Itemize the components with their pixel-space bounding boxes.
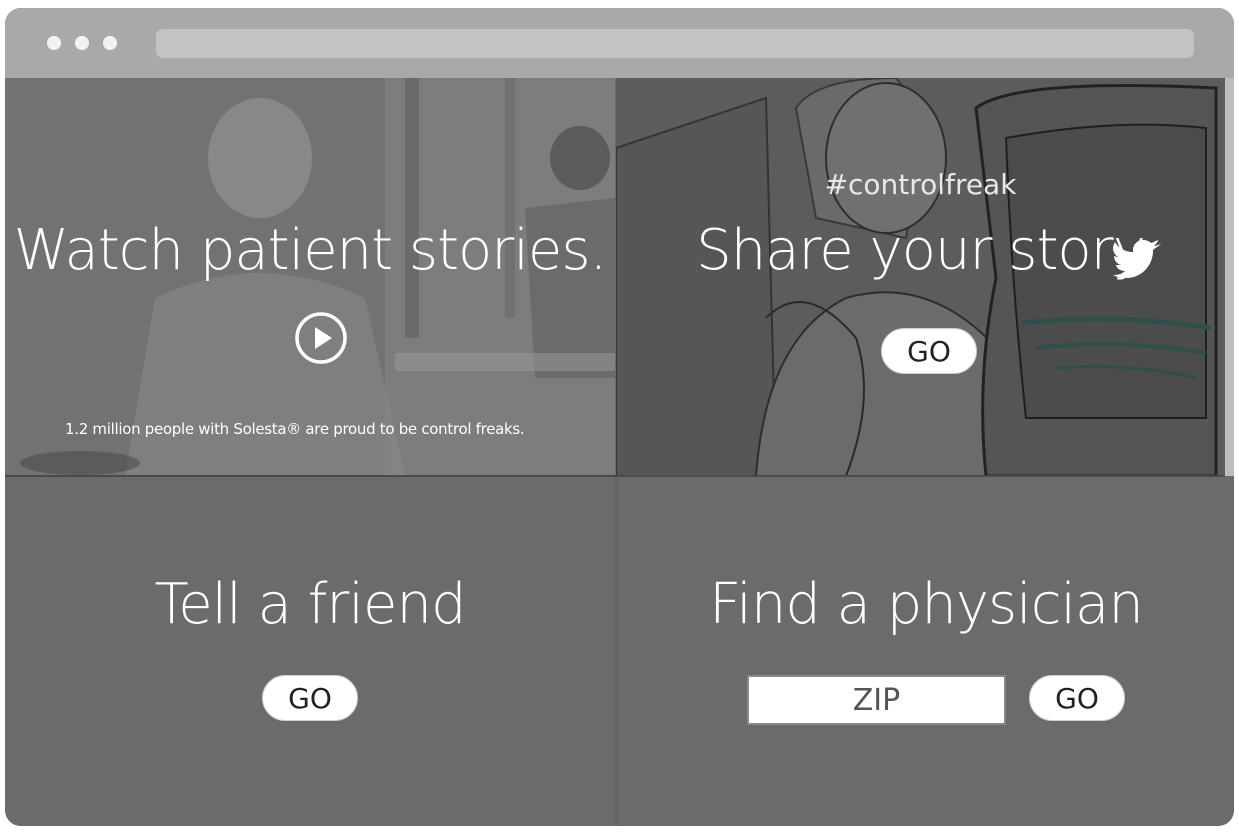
play-circle-icon[interactable] xyxy=(294,311,348,365)
window-maximize-dot[interactable] xyxy=(103,36,117,50)
tell-friend-panel: Tell a friend GO xyxy=(5,477,615,826)
zip-input[interactable] xyxy=(747,675,1006,725)
patient-count-caption: 1.2 million people with Solesta® are pro… xyxy=(65,420,525,438)
window-close-dot[interactable] xyxy=(47,36,61,50)
tell-friend-headline: Tell a friend xyxy=(154,572,467,637)
tell-friend-go-button[interactable]: GO xyxy=(262,675,358,721)
find-physician-go-button[interactable]: GO xyxy=(1029,675,1125,721)
browser-chrome xyxy=(5,8,1234,78)
patient-stories-headline: Watch patient stories. xyxy=(13,218,608,283)
find-physician-panel: Find a physician GO xyxy=(618,477,1234,826)
right-edge-strip xyxy=(1225,78,1234,476)
share-story-go-button[interactable]: GO xyxy=(881,328,977,374)
address-bar[interactable] xyxy=(156,29,1194,58)
window-minimize-dot[interactable] xyxy=(75,36,89,50)
patient-stories-panel: Watch patient stories. 1.2 million peopl… xyxy=(5,78,615,476)
share-story-panel: #controlfreak Share your story GO xyxy=(616,78,1225,476)
hashtag-label: #controlfreak xyxy=(824,168,1017,201)
browser-window: Watch patient stories. 1.2 million peopl… xyxy=(5,8,1234,826)
find-physician-headline: Find a physician xyxy=(709,572,1144,637)
twitter-bird-icon[interactable] xyxy=(1113,238,1163,278)
